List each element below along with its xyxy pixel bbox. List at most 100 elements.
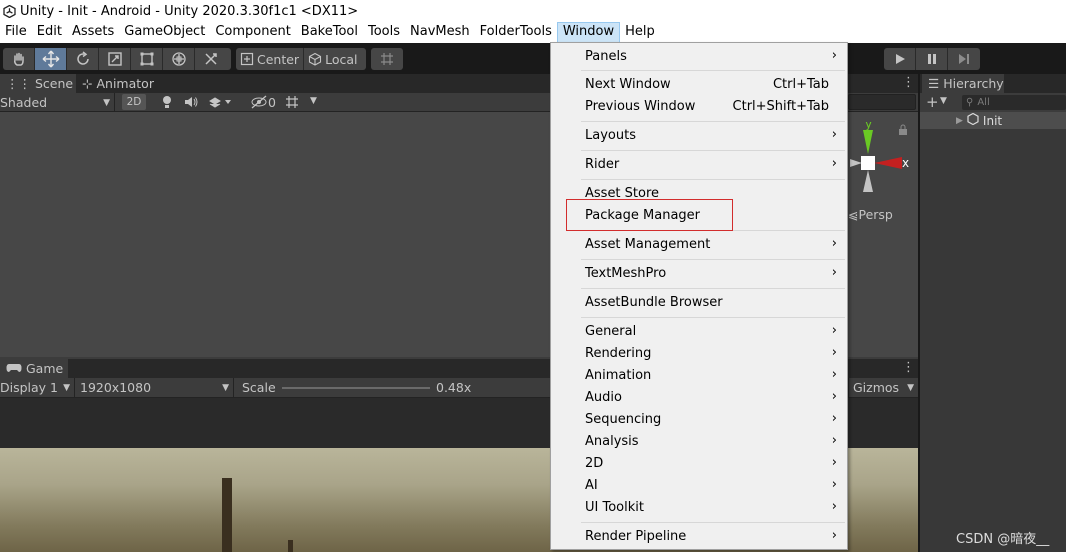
pivot-local-button[interactable]: Local (304, 48, 361, 70)
menu-item-shortcut: Ctrl+Tab (772, 77, 829, 92)
menu-item-ui-toolkit[interactable]: UI Toolkit › (551, 497, 847, 519)
menu-item-label: Render Pipeline (585, 529, 687, 544)
menu-navmesh[interactable]: NavMesh (405, 22, 475, 43)
main-toolbar: Center Local (0, 43, 1066, 74)
menu-item-label: TextMeshPro (585, 266, 667, 281)
grid-snap-icon (371, 48, 403, 70)
window-dropdown-menu: Panels › Next Window Ctrl+Tab Previous Win… (550, 42, 848, 550)
menu-item-label: Next Window (585, 77, 671, 92)
tab-hierarchy[interactable]: ☰ Hierarchy (922, 74, 1004, 93)
move-tool-icon[interactable] (35, 48, 67, 70)
rect-tool-icon[interactable] (131, 48, 163, 70)
scene-more-menu-icon[interactable]: ⋮ (902, 75, 915, 90)
scale-label: Scale (242, 380, 276, 395)
effects-icon[interactable] (208, 95, 234, 112)
hierarchy-item-label: Init (982, 113, 1003, 128)
hierarchy-item-init[interactable]: ▶ Init (920, 112, 1066, 129)
scale-slider[interactable] (282, 387, 430, 389)
grid-snap-button[interactable] (371, 48, 403, 70)
shading-mode-dropdown[interactable]: Shaded ▼ (0, 93, 115, 112)
custom-tool-icon[interactable] (195, 48, 227, 70)
menu-item-rendering[interactable]: Rendering › (551, 343, 847, 365)
tab-game[interactable]: Game (0, 359, 68, 378)
menu-item-label: General (585, 324, 637, 339)
menu-tools[interactable]: Tools (363, 22, 405, 43)
menu-assets[interactable]: Assets (67, 22, 119, 43)
tab-animator-label: Animator (96, 76, 154, 91)
menu-item-previous-window[interactable]: Previous Window Ctrl+Shift+Tab (551, 96, 847, 118)
persp-label[interactable]: ⩿Persp (848, 207, 893, 222)
add-dropdown-arrow-icon[interactable]: ▼ (940, 96, 947, 106)
grid-toggle-icon[interactable] (284, 94, 300, 113)
menu-item-asset-management[interactable]: Asset Management › (551, 234, 847, 256)
rotate-tool-icon[interactable] (67, 48, 99, 70)
menu-item-assetbundle-browser[interactable]: AssetBundle Browser (551, 292, 847, 314)
hand-tool-icon[interactable] (3, 48, 35, 70)
gizmos-dropdown[interactable]: Gizmos ▼ (848, 378, 918, 397)
menu-item-audio[interactable]: Audio › (551, 387, 847, 409)
menu-edit[interactable]: Edit (32, 22, 67, 43)
tab-animator[interactable]: ⊹ Animator (76, 74, 166, 93)
menu-item-label: Sequencing (585, 412, 662, 427)
audio-icon[interactable] (183, 95, 199, 112)
add-plus-icon[interactable]: + (926, 93, 939, 111)
game-more-menu-icon[interactable]: ⋮ (902, 360, 915, 375)
transform-tool-icon[interactable] (163, 48, 195, 70)
menu-file[interactable]: File (0, 22, 32, 43)
pivot-center-button[interactable]: Center (236, 48, 305, 70)
menu-item-animation[interactable]: Animation › (551, 365, 847, 387)
transform-tools (3, 48, 231, 70)
tab-scene[interactable]: ⋮⋮ Scene (0, 74, 76, 93)
tab-scene-label: Scene (35, 76, 74, 91)
menu-item-layouts[interactable]: Layouts › (551, 125, 847, 147)
menu-item-render-pipeline[interactable]: Render Pipeline › (551, 526, 847, 548)
submenu-arrow-icon: › (831, 389, 837, 404)
menu-item-2d[interactable]: 2D › (551, 453, 847, 475)
menu-separator (581, 179, 845, 180)
submenu-arrow-icon: › (831, 367, 837, 382)
menu-item-rider[interactable]: Rider › (551, 154, 847, 176)
scene-search-input[interactable] (848, 94, 916, 110)
resolution-dropdown[interactable]: 1920x1080 ▼ (76, 378, 234, 397)
center-icon (240, 52, 254, 66)
submenu-arrow-icon: › (831, 48, 837, 63)
menu-window[interactable]: Window (556, 22, 621, 43)
hierarchy-search-input[interactable]: ⚲ All (962, 95, 1066, 110)
menu-item-sequencing[interactable]: Sequencing › (551, 409, 847, 431)
pivot-center-label: Center (257, 51, 300, 67)
expand-arrow-icon[interactable]: ▶ (956, 116, 963, 126)
menu-component[interactable]: Component (210, 22, 295, 43)
display-dropdown[interactable]: Display 1 ▼ (0, 378, 75, 397)
menu-item-panels[interactable]: Panels › (551, 46, 847, 68)
hidden-objects-icon[interactable] (250, 95, 268, 112)
menu-item-label: AI (585, 478, 598, 493)
persp-icon: ⩿ (848, 207, 859, 222)
animator-icon: ⊹ (82, 76, 93, 91)
menu-separator (581, 70, 845, 71)
menu-item-label: Animation (585, 368, 652, 383)
menu-gameobject[interactable]: GameObject (119, 22, 210, 43)
menu-item-label: UI Toolkit (585, 500, 644, 515)
menu-item-next-window[interactable]: Next Window Ctrl+Tab (551, 74, 847, 96)
menu-item-analysis[interactable]: Analysis › (551, 431, 847, 453)
menu-foldertools[interactable]: FolderTools (475, 22, 557, 43)
step-icon[interactable] (948, 48, 980, 70)
pause-icon[interactable] (916, 48, 948, 70)
mode-2d-toggle[interactable]: 2D (122, 94, 146, 110)
highlight-annotation-box (566, 199, 733, 231)
menu-separator (581, 121, 845, 122)
dropdown-arrow-icon: ▼ (103, 97, 110, 108)
submenu-arrow-icon: › (831, 156, 837, 171)
scale-tool-icon[interactable] (99, 48, 131, 70)
menu-baketool[interactable]: BakeTool (296, 22, 363, 43)
menu-item-textmeshpro[interactable]: TextMeshPro › (551, 263, 847, 285)
scene-gizmo[interactable]: y x (840, 122, 912, 208)
grid-dropdown-arrow-icon[interactable]: ▼ (310, 96, 317, 106)
menu-item-general[interactable]: General › (551, 321, 847, 343)
menu-item-ai[interactable]: AI › (551, 475, 847, 497)
menu-help[interactable]: Help (620, 22, 660, 43)
scene-grid-icon: ⋮⋮ (6, 76, 31, 91)
shading-mode-value: Shaded (0, 95, 48, 110)
play-icon[interactable] (884, 48, 916, 70)
lighting-icon[interactable] (160, 94, 174, 113)
